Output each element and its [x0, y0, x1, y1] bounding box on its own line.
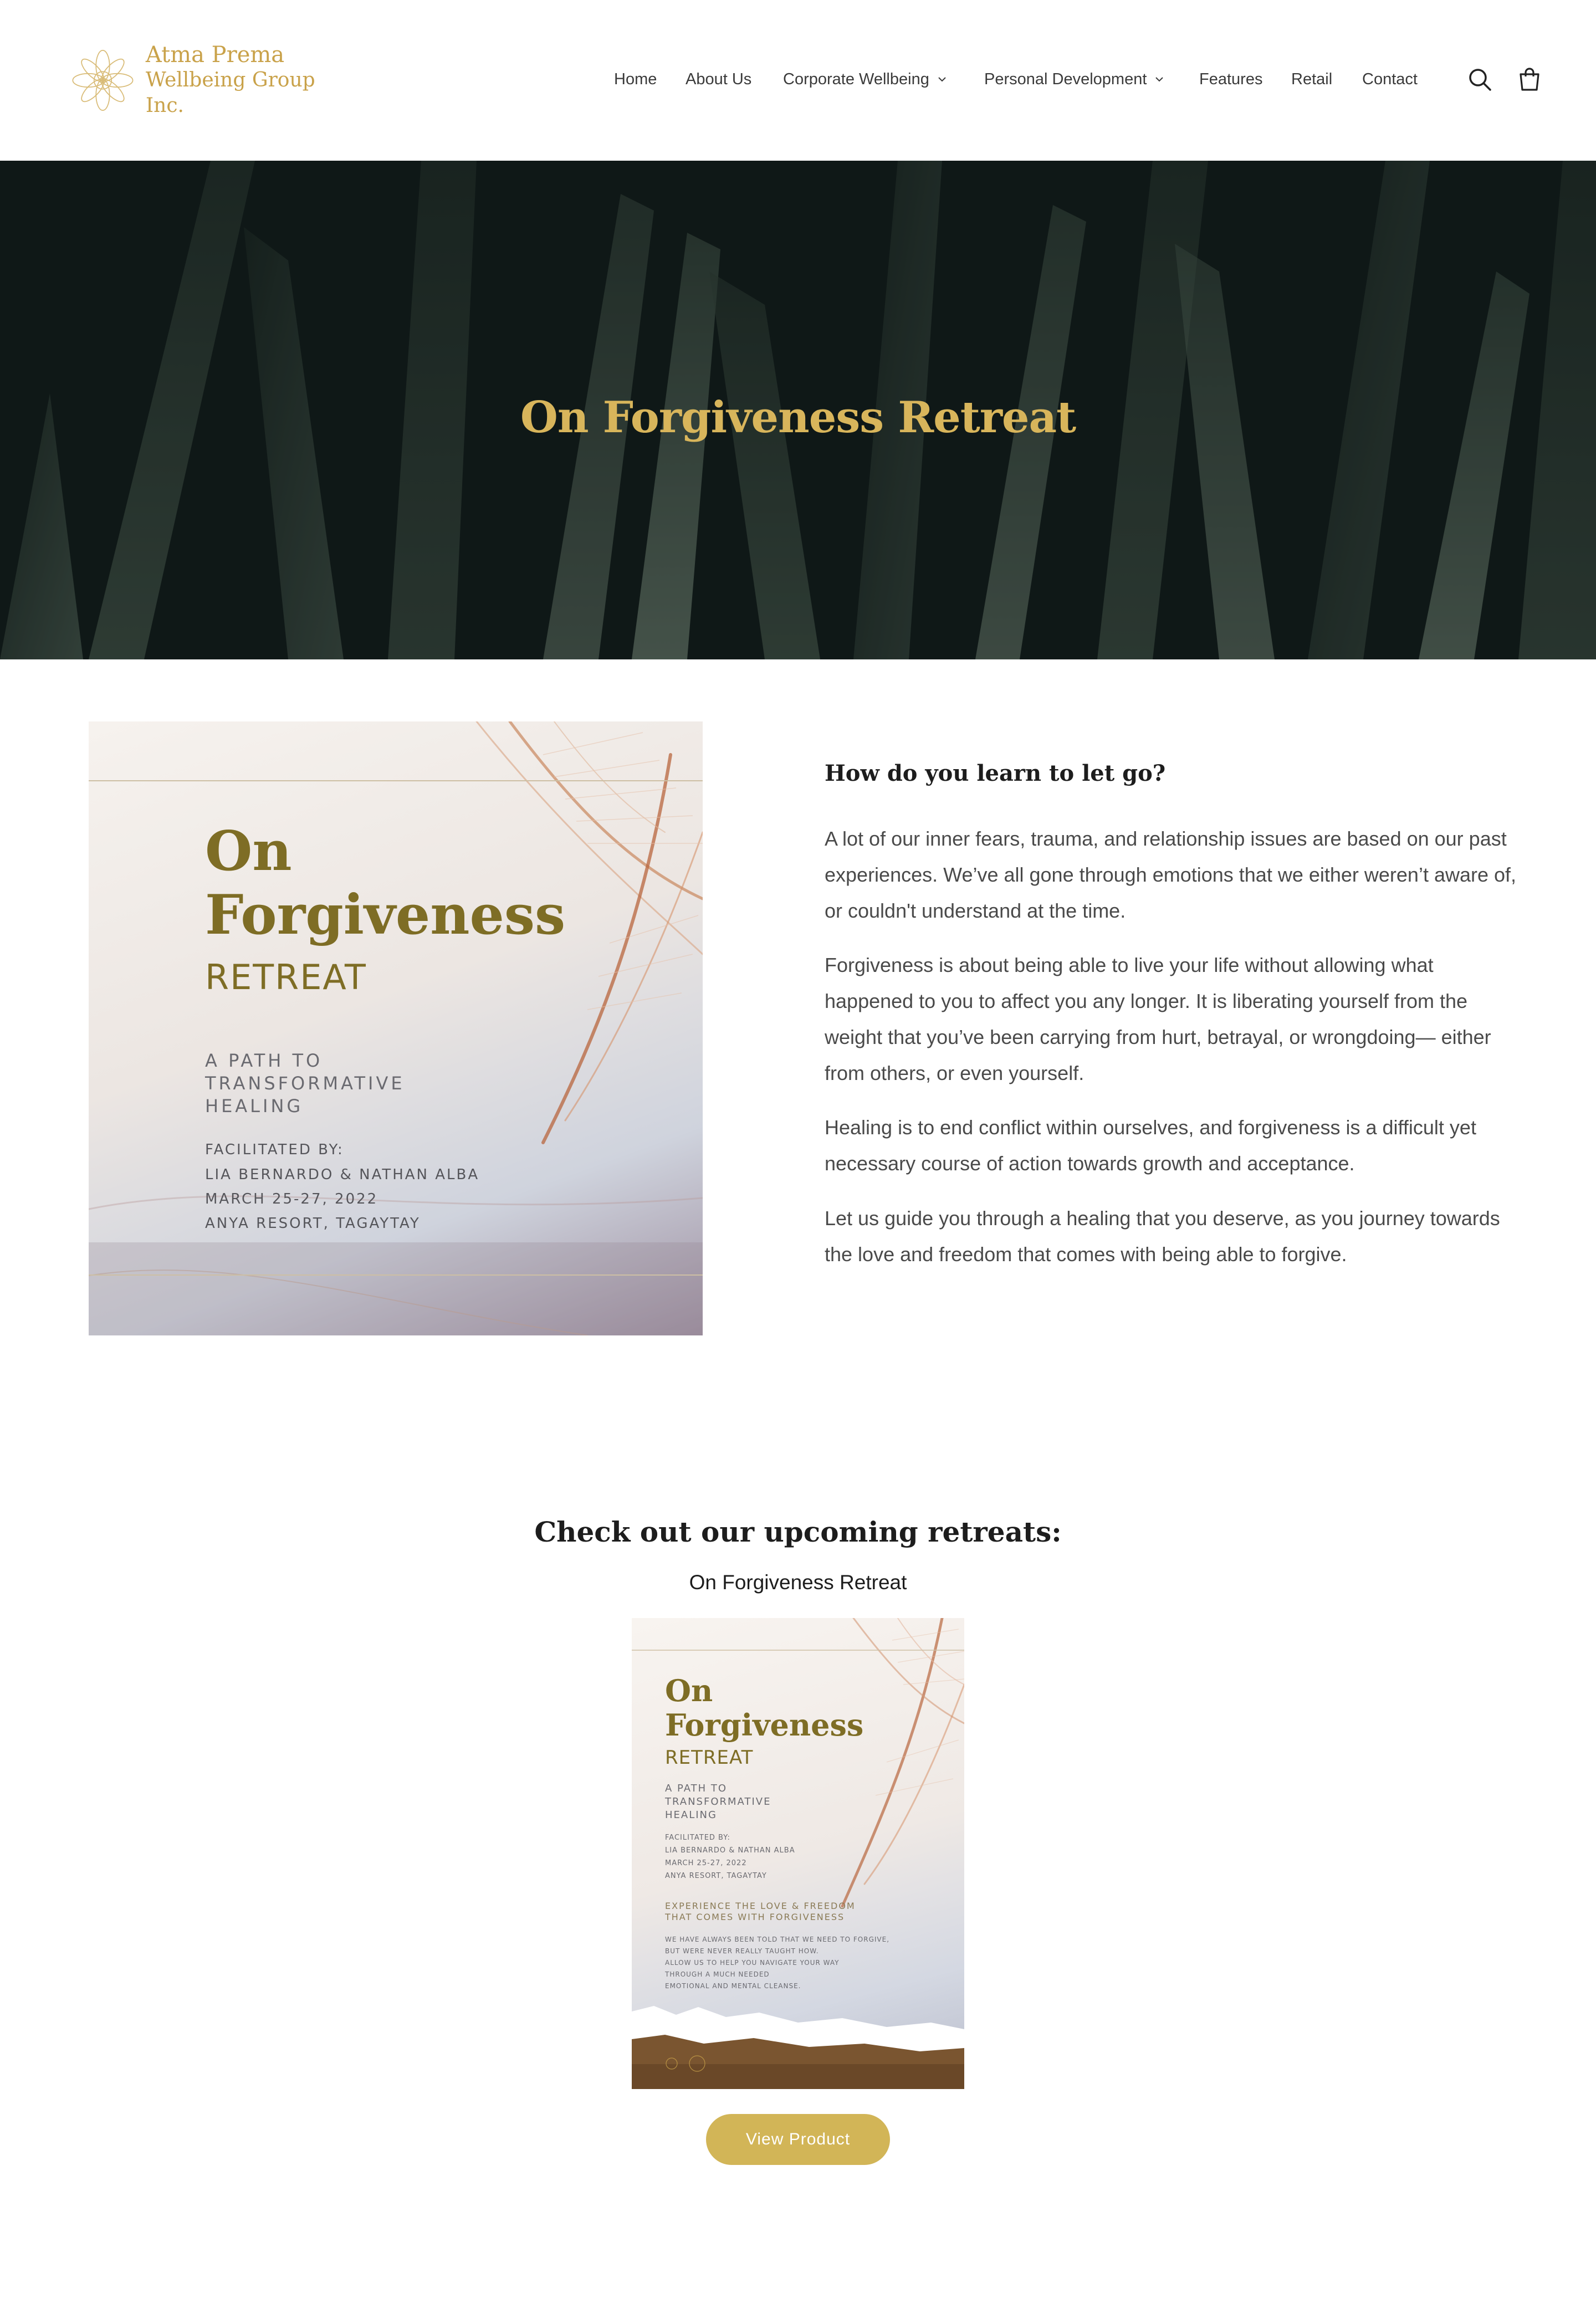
brand-logo[interactable]: Atma Prema Wellbeing Group Inc.: [66, 39, 332, 122]
intro-paragraph-4: Let us guide you through a healing that …: [825, 1207, 1500, 1266]
product-poster-facilitated-label: FACILITATED BY:: [665, 1834, 730, 1842]
product-poster-body-line5: EMOTIONAL AND MENTAL CLEANSE.: [665, 1982, 801, 1990]
brand-name-line2: Wellbeing Group Inc.: [145, 69, 315, 117]
poster-facilitators: LIA BERNARDO & NATHAN ALBA: [205, 1166, 480, 1183]
upcoming-heading: Check out our upcoming retreats:: [534, 1516, 1062, 1548]
nav-about-us[interactable]: About Us: [686, 65, 751, 93]
hero-title: On Forgiveness Retreat: [520, 392, 1076, 443]
chevron-down-icon: [938, 77, 946, 82]
cart-icon[interactable]: [1515, 65, 1544, 94]
product-poster-tagline-line2: TRANSFORMATIVE: [665, 1796, 771, 1808]
poster-title-line1: On: [205, 820, 292, 883]
product-poster-image[interactable]: On Forgiveness RETREAT A PATH TO TRANSFO…: [632, 1618, 964, 2089]
product-title[interactable]: On Forgiveness Retreat: [0, 1571, 1596, 1594]
product-poster-experience-line1: EXPERIENCE THE LOVE & FREEDOM: [665, 1901, 856, 1911]
nav-personal-development-label: Personal Development: [984, 70, 1147, 88]
nav-retail[interactable]: Retail: [1291, 65, 1332, 93]
poster-dates: MARCH 25-27, 2022: [205, 1191, 378, 1207]
product-poster-body-line1: WE HAVE ALWAYS BEEN TOLD THAT WE NEED TO…: [665, 1936, 890, 1943]
product-poster-experience-line2: THAT COMES WITH FORGIVENESS: [665, 1912, 845, 1922]
intro-paragraph-2: Forgiveness is about being able to live …: [825, 954, 1491, 1084]
product-poster-title-line2: Forgiveness: [665, 1707, 864, 1743]
product-poster-tagline: A PATH TO TRANSFORMATIVE HEALING: [665, 1782, 771, 1822]
product-poster-body-line4: THROUGH A MUCH NEEDED: [665, 1970, 770, 1978]
product-poster-tagline-line3: HEALING: [665, 1809, 717, 1821]
nav-personal-development[interactable]: Personal Development: [984, 65, 1164, 93]
nav-corporate-wellbeing[interactable]: Corporate Wellbeing: [783, 65, 947, 93]
product-poster-tagline-line1: A PATH TO: [665, 1783, 728, 1794]
poster-bottom-rule: [89, 1274, 703, 1276]
product-poster-dates: MARCH 25-27, 2022: [665, 1859, 747, 1867]
product-poster-subtitle: RETREAT: [665, 1747, 754, 1769]
product-poster-facilitators: LIA BERNARDO & NATHAN ALBA: [665, 1846, 795, 1855]
product-poster-body-line3: ALLOW US TO HELP YOU NAVIGATE YOUR WAY: [665, 1959, 840, 1967]
nav-corporate-wellbeing-label: Corporate Wellbeing: [783, 70, 929, 88]
view-product-button[interactable]: View Product: [706, 2114, 890, 2165]
search-icon[interactable]: [1466, 65, 1495, 94]
hero-banner: On Forgiveness Retreat: [0, 161, 1596, 659]
product-poster-title-line1: On: [665, 1673, 713, 1708]
poster-tagline: A PATH TO TRANSFORMATIVE HEALING: [205, 1050, 405, 1118]
chevron-down-icon: [1155, 77, 1164, 82]
product-poster-body: WE HAVE ALWAYS BEEN TOLD THAT WE NEED TO…: [665, 1934, 889, 1992]
poster-venue: ANYA RESORT, TAGAYTAY: [205, 1215, 421, 1232]
intro-heading: How do you learn to let go?: [825, 760, 1166, 786]
nav-features[interactable]: Features: [1199, 65, 1262, 93]
intro-paragraph-1: A lot of our inner fears, trauma, and re…: [825, 827, 1517, 922]
product-poster-experience: EXPERIENCE THE LOVE & FREEDOM THAT COMES…: [665, 1901, 856, 1923]
poster-title-line2: Forgiveness: [205, 883, 566, 947]
poster-tagline-line3: HEALING: [205, 1095, 304, 1117]
poster-subtitle: RETREAT: [205, 957, 367, 997]
poster-tagline-line2: TRANSFORMATIVE: [205, 1073, 405, 1094]
site-header: Atma Prema Wellbeing Group Inc. Home Abo…: [0, 0, 1596, 161]
mandala-flower-icon: [72, 50, 134, 111]
brand-name-line1: Atma Prema: [145, 42, 285, 68]
poster-top-rule: [89, 780, 703, 781]
intro-paragraph-3: Healing is to end conflict within oursel…: [825, 1116, 1476, 1175]
nav-contact[interactable]: Contact: [1362, 65, 1418, 93]
brand-name: Atma Prema Wellbeing Group Inc.: [146, 42, 332, 119]
product-poster-venue: ANYA RESORT, TAGAYTAY: [665, 1872, 767, 1880]
nav-home[interactable]: Home: [614, 65, 657, 93]
retreat-poster-image: On Forgiveness RETREAT A PATH TO TRANSFO…: [89, 721, 703, 1335]
poster-facilitated-label: FACILITATED BY:: [205, 1141, 344, 1158]
feather-graphic: [89, 721, 703, 1335]
product-poster-body-line2: BUT WERE NEVER REALLY TAUGHT HOW.: [665, 1947, 819, 1955]
poster-tagline-line1: A PATH TO: [205, 1050, 323, 1071]
